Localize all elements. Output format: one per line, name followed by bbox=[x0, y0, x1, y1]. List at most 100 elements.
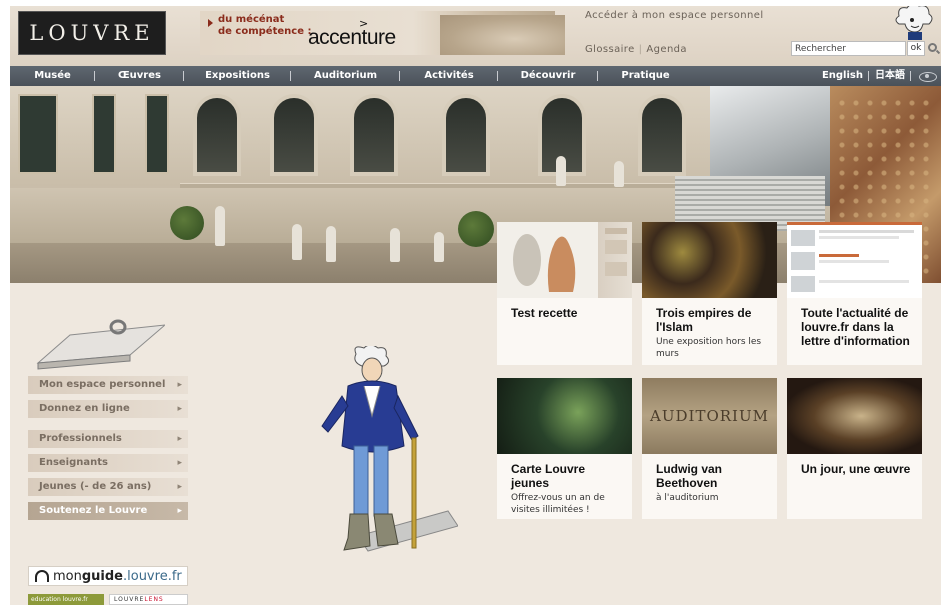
card-title: Test recette bbox=[511, 306, 578, 320]
lens-pre: LOUVRE bbox=[114, 596, 145, 603]
card-un-jour-une-oeuvre[interactable]: Un jour, une œuvre bbox=[787, 378, 922, 519]
sponsor-line-2: de compétence : bbox=[218, 26, 312, 37]
card-thumb-image: AUDITORIUM bbox=[642, 378, 777, 454]
card-title: Trois empires de l'Islam bbox=[656, 306, 752, 334]
monguide-banner[interactable]: mon guide .louvre.fr bbox=[28, 566, 188, 586]
sidebar-item-jeunes[interactable]: Jeunes (- de 26 ans) ▸ bbox=[28, 478, 188, 496]
eye-icon[interactable] bbox=[911, 66, 941, 86]
nav-item-decouvrir[interactable]: Découvrir bbox=[498, 66, 598, 86]
card-subtitle: Offrez-vous un an de visites illimitées … bbox=[511, 493, 605, 515]
main-nav: Musée Œuvres Expositions Auditorium Acti… bbox=[10, 66, 941, 86]
card-title: Toute l'actualité de louvre.fr dans la l… bbox=[801, 306, 910, 348]
lens-red: LENS bbox=[144, 596, 164, 603]
card-title: Carte Louvre jeunes bbox=[511, 462, 586, 490]
nav-item-auditorium[interactable]: Auditorium bbox=[291, 66, 400, 86]
espace-personnel-link[interactable]: Accéder à mon espace personnel bbox=[585, 10, 764, 21]
hero-arch bbox=[350, 94, 398, 176]
monguide-pre: mon bbox=[53, 568, 82, 584]
monguide-bold: guide bbox=[81, 568, 123, 584]
card-title: Ludwig van Beethoven bbox=[656, 462, 722, 490]
card-thumb-image bbox=[787, 222, 922, 298]
sponsor-name: accenture bbox=[308, 26, 396, 49]
hero-window bbox=[18, 94, 58, 174]
sponsor-line-1: du mécénat bbox=[218, 14, 285, 25]
hero-arch bbox=[270, 94, 318, 176]
card-lettre-information[interactable]: Toute l'actualité de louvre.fr dans la l… bbox=[787, 222, 922, 365]
sidebar-menu: Mon espace personnel ▸ Donnez en ligne ▸ P… bbox=[28, 376, 188, 526]
hero-statue bbox=[292, 224, 302, 260]
card-title: Un jour, une œuvre bbox=[801, 462, 911, 476]
sponsor-statue-image bbox=[440, 15, 565, 55]
agenda-link[interactable]: Agenda bbox=[646, 44, 687, 55]
nav-item-pratique[interactable]: Pratique bbox=[598, 66, 693, 86]
louvre-logo[interactable]: LOUVRE bbox=[18, 11, 166, 55]
chevron-right-icon: ▸ bbox=[177, 380, 182, 390]
card-trois-empires[interactable]: Trois empires de l'Islam Une exposition … bbox=[642, 222, 777, 365]
card-thumb-image bbox=[787, 378, 922, 454]
nav-item-oeuvres[interactable]: Œuvres bbox=[95, 66, 184, 86]
hero-arch bbox=[638, 94, 686, 176]
sidebar-item-soutenez[interactable]: Soutenez le Louvre ▸ bbox=[28, 502, 188, 520]
triangle-icon bbox=[208, 19, 213, 27]
hero-statue bbox=[215, 206, 225, 246]
sidebar-item-label: Jeunes (- de 26 ans) bbox=[39, 481, 152, 492]
hero-window bbox=[145, 94, 169, 174]
auditorium-thumb-text: AUDITORIUM bbox=[650, 407, 769, 425]
monguide-domain: .louvre.fr bbox=[123, 568, 182, 584]
card-subtitle: à l'auditorium bbox=[656, 493, 719, 503]
sponsor-text: du mécénat de compétence : bbox=[208, 14, 311, 38]
sidebar-item-label: Professionnels bbox=[39, 433, 122, 444]
card-thumb-image bbox=[497, 222, 632, 298]
sidebar-item-professionnels[interactable]: Professionnels ▸ bbox=[28, 430, 188, 448]
hero-window bbox=[92, 94, 116, 174]
glossaire-link[interactable]: Glossaire bbox=[585, 44, 635, 55]
chevron-right-icon: ▸ bbox=[177, 434, 182, 444]
card-carte-louvre-jeunes[interactable]: Carte Louvre jeunes Offrez-vous un an de… bbox=[497, 378, 632, 519]
chevron-right-icon: ▸ bbox=[177, 404, 182, 414]
header-links: Glossaire | Agenda bbox=[585, 44, 687, 55]
search-ok-button[interactable]: ok bbox=[907, 41, 925, 56]
sidebar-item-label: Mon espace personnel bbox=[39, 379, 166, 390]
sidebar-item-label: Donnez en ligne bbox=[39, 403, 130, 414]
sidebar-item-espace-personnel[interactable]: Mon espace personnel ▸ bbox=[28, 376, 188, 394]
education-banner[interactable]: education louvre.fr bbox=[28, 594, 104, 605]
nav-item-musee[interactable]: Musée bbox=[10, 66, 95, 86]
magnifier-icon[interactable] bbox=[928, 43, 937, 52]
link-separator: | bbox=[638, 44, 643, 55]
header: LOUVRE du mécénat de compétence : > acce… bbox=[10, 6, 941, 66]
page: LOUVRE du mécénat de compétence : > acce… bbox=[10, 6, 941, 605]
hero-statue bbox=[390, 228, 400, 262]
briefcase-icon bbox=[36, 319, 165, 370]
hero-statue bbox=[326, 226, 336, 262]
lang-english[interactable]: English bbox=[816, 66, 870, 86]
chevron-right-icon: ▸ bbox=[177, 506, 182, 516]
hero-arch bbox=[442, 94, 490, 176]
chevron-right-icon: ▸ bbox=[177, 458, 182, 468]
nav-item-expositions[interactable]: Expositions bbox=[184, 66, 291, 86]
hero-statue bbox=[434, 232, 444, 262]
hero-statue bbox=[556, 156, 566, 186]
sidebar-item-label: Soutenez le Louvre bbox=[39, 505, 148, 516]
sidebar-item-label: Enseignants bbox=[39, 457, 108, 468]
sponsor-banner[interactable]: du mécénat de compétence : > accenture bbox=[200, 11, 565, 55]
logo-text: LOUVRE bbox=[29, 21, 155, 45]
nav-right: English 日本語 bbox=[816, 66, 941, 86]
hero-arch bbox=[193, 94, 241, 176]
hero-tree bbox=[458, 211, 494, 247]
sidebar-item-donnez[interactable]: Donnez en ligne ▸ bbox=[28, 400, 188, 418]
lang-japanese[interactable]: 日本語 bbox=[869, 66, 911, 86]
nav-item-activites[interactable]: Activités bbox=[400, 66, 498, 86]
card-test-recette[interactable]: Test recette bbox=[497, 222, 632, 365]
card-subtitle: Une exposition hors les murs bbox=[656, 337, 762, 359]
card-thumb-image bbox=[497, 378, 632, 454]
mascot-head-icon bbox=[895, 6, 933, 40]
card-thumb-image bbox=[642, 222, 777, 298]
card-beethoven[interactable]: AUDITORIUM Ludwig van Beethoven à l'audi… bbox=[642, 378, 777, 519]
sidebar-item-enseignants[interactable]: Enseignants ▸ bbox=[28, 454, 188, 472]
louvre-lens-banner[interactable]: LOUVRELENS bbox=[109, 594, 188, 605]
search-input[interactable] bbox=[791, 41, 906, 56]
headphones-icon bbox=[35, 570, 49, 582]
hero-statue bbox=[614, 161, 624, 187]
hero-tree bbox=[170, 206, 204, 240]
belphegor-mascot-image bbox=[321, 346, 458, 552]
